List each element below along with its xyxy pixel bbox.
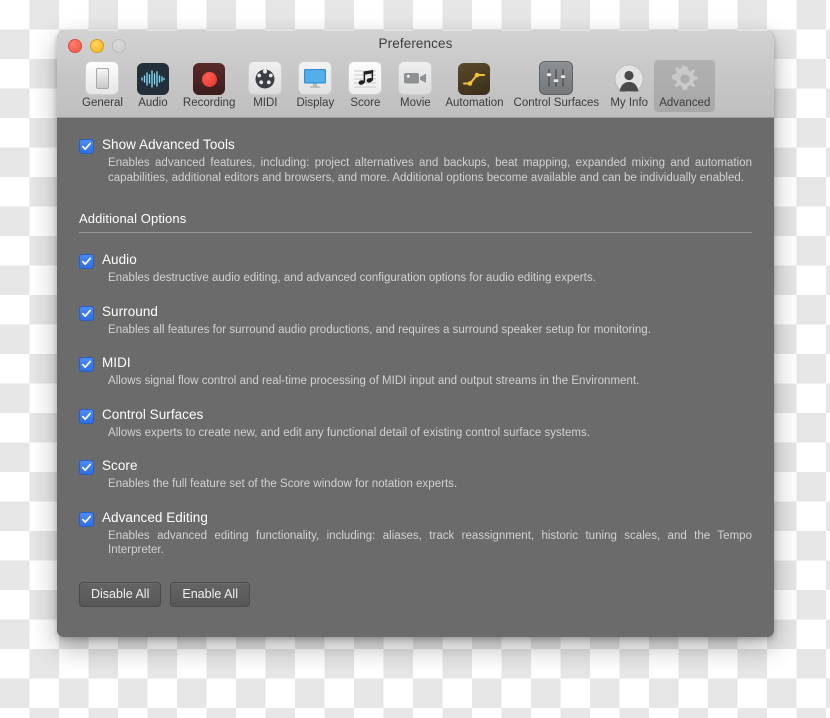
checkbox-surround[interactable]	[79, 305, 94, 321]
checkbox-show-advanced-tools[interactable]	[79, 139, 94, 154]
toolbar-tab-label: My Info	[610, 97, 649, 109]
toolbar-tab-automation[interactable]: Automation	[440, 60, 508, 112]
title-bar: Preferences	[57, 31, 774, 58]
monitor-icon	[298, 61, 333, 95]
option-label: MIDI	[102, 355, 131, 370]
waveform-icon	[136, 63, 169, 95]
option-show-advanced-tools: Show Advanced Tools Enables advanced fea…	[79, 136, 752, 185]
option-label: Show Advanced Tools	[102, 137, 235, 152]
music-note-icon	[348, 61, 383, 95]
option-description: Enables the full feature set of the Scor…	[108, 478, 458, 490]
toolbar-tab-label: Recording	[182, 97, 236, 109]
preferences-toolbar: General Audio Recording MIDI Display Sco…	[57, 58, 774, 117]
toolbar-tab-general[interactable]: General	[77, 58, 128, 112]
option-description: Enables all features for surround audio …	[108, 323, 651, 336]
checkbox-control-surfaces[interactable]	[79, 408, 94, 424]
option-midi: MIDI Allows signal flow control and real…	[79, 354, 752, 389]
section-divider	[79, 232, 752, 233]
section-header-additional-options: Additional Options	[79, 211, 187, 226]
enable-all-button[interactable]: Enable All	[170, 581, 250, 607]
option-label: Surround	[102, 303, 158, 319]
gear-icon	[669, 63, 701, 95]
bottom-button-row: Disable All Enable All	[79, 581, 752, 607]
checkbox-midi[interactable]	[79, 357, 94, 372]
checkbox-score[interactable]	[79, 460, 94, 475]
toolbar-tab-display[interactable]: Display	[290, 58, 340, 112]
toolbar-tab-label: Movie	[400, 97, 431, 109]
midi-connector-icon	[248, 61, 283, 95]
toolbar-tab-advanced[interactable]: Advanced	[654, 60, 716, 112]
toolbar-tab-midi[interactable]: MIDI	[240, 58, 290, 112]
option-description: Enables destructive audio editing, and a…	[108, 272, 596, 284]
option-label: Audio	[102, 252, 137, 267]
option-description: Enables advanced features, including: pr…	[108, 157, 752, 184]
toolbar-tab-control-surfaces[interactable]: Control Surfaces	[509, 58, 605, 112]
toolbar-tab-label: Automation	[445, 97, 504, 109]
toolbar-tab-label: Advanced	[659, 97, 711, 109]
toolbar-tab-score[interactable]: Score	[340, 58, 390, 112]
toolbar-tab-audio[interactable]: Audio	[128, 60, 178, 112]
toolbar-tab-movie[interactable]: Movie	[390, 58, 440, 112]
faders-icon	[539, 61, 574, 95]
option-description: Allows signal flow control and real-time…	[108, 375, 640, 387]
toolbar-tab-label: General	[82, 97, 123, 109]
video-camera-icon	[398, 61, 433, 95]
toolbar-tab-label: MIDI	[253, 97, 278, 109]
record-dot-icon	[193, 63, 226, 95]
option-score: Score Enables the full feature set of th…	[79, 457, 752, 492]
option-description: Allows experts to create new, and edit a…	[108, 426, 590, 439]
option-surround: Surround Enables all features for surrou…	[79, 303, 752, 338]
option-advanced-editing: Advanced Editing Enables advanced editin…	[79, 509, 752, 558]
option-audio: Audio Enables destructive audio editing,…	[79, 251, 752, 286]
disable-all-button[interactable]: Disable All	[79, 581, 162, 607]
advanced-preferences-pane: Show Advanced Tools Enables advanced fea…	[57, 118, 774, 637]
toolbar-tab-my-info[interactable]: My Info	[604, 60, 654, 112]
option-label: Control Surfaces	[102, 406, 204, 422]
option-label: Advanced Editing	[102, 509, 208, 525]
option-control-surfaces: Control Surfaces Allows experts to creat…	[79, 406, 752, 441]
preferences-window: Preferences General Audio Recording MIDI…	[57, 31, 774, 637]
checkbox-audio[interactable]	[79, 254, 94, 269]
option-label: Score	[102, 458, 138, 473]
automation-curve-icon	[458, 63, 491, 95]
toolbar-tab-label: Control Surfaces	[513, 97, 600, 109]
checkbox-advanced-editing[interactable]	[79, 511, 94, 527]
toolbar-tab-label: Score	[350, 97, 381, 109]
toolbar-tab-recording[interactable]: Recording	[178, 60, 240, 112]
slider-switch-icon	[85, 61, 120, 95]
person-avatar-icon	[613, 63, 645, 95]
toolbar-tab-label: Display	[296, 97, 335, 109]
option-description: Enables advanced editing functionality, …	[108, 529, 752, 557]
window-chrome: Preferences General Audio Recording MIDI…	[57, 31, 774, 118]
toolbar-tab-label: Audio	[138, 97, 168, 109]
window-title: Preferences	[378, 36, 453, 51]
